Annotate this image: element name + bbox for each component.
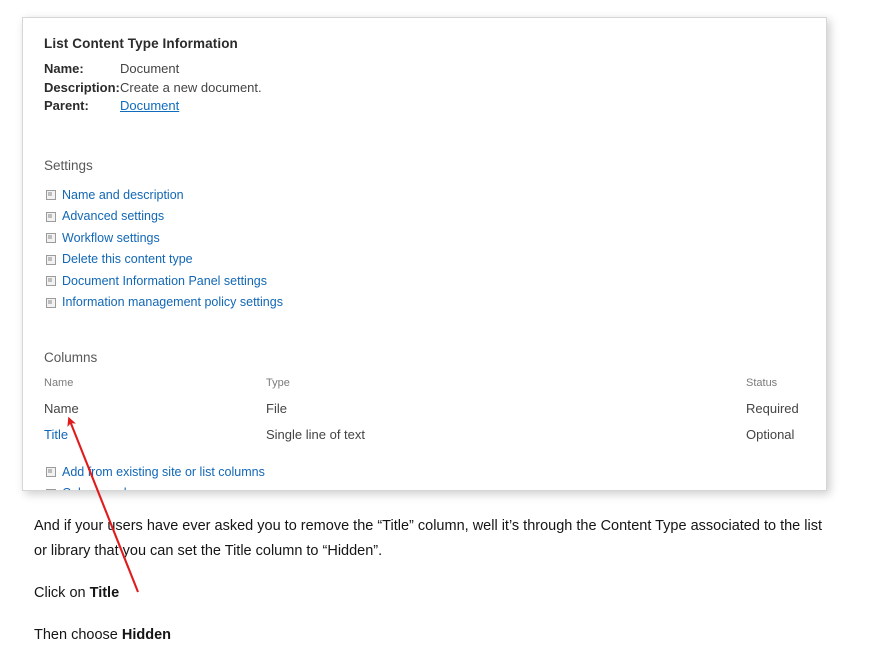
columns-link-list: Add from existing site or list columns C…	[44, 462, 804, 490]
cell-column-type: Single line of text	[266, 426, 366, 442]
columns-link-add-from-existing[interactable]: Add from existing site or list columns	[62, 462, 265, 484]
columns-link-column-order[interactable]: Column order	[62, 483, 138, 490]
small-square-icon	[46, 488, 56, 490]
list-item[interactable]: Advanced settings	[44, 206, 804, 228]
then-choose-target: Hidden	[121, 627, 172, 643]
columns-table: Name Type Status Name File Required Titl…	[44, 377, 804, 450]
info-label-description: Description:	[44, 79, 120, 95]
cell-column-name[interactable]: Title	[44, 424, 266, 450]
paragraph-intro: And if your users have ever asked you to…	[34, 518, 822, 559]
list-item[interactable]: Delete this content type	[44, 249, 804, 271]
settings-link-name-and-description[interactable]: Name and description	[62, 185, 184, 207]
list-item[interactable]: Information management policy settings	[44, 292, 804, 314]
info-value-name: Document	[120, 61, 180, 76]
settings-link-information-management-policy-settings[interactable]: Information management policy settings	[62, 292, 283, 314]
small-square-icon	[46, 211, 56, 222]
page-title: List Content Type Information	[44, 36, 238, 51]
info-row-description: Description: Create a new document.	[44, 79, 804, 98]
settings-link-advanced-settings[interactable]: Advanced settings	[62, 206, 164, 228]
info-value-description: Create a new document.	[120, 79, 262, 95]
panel-content: List Content Type Information Name: Docu…	[23, 18, 826, 490]
column-header-status: Status	[746, 376, 778, 389]
settings-link-document-information-panel-settings[interactable]: Document Information Panel settings	[62, 271, 267, 293]
small-square-icon	[46, 297, 56, 308]
title-column-link[interactable]: Title	[44, 427, 68, 442]
parent-content-type-link[interactable]: Document	[120, 97, 179, 116]
cell-column-status: Optional	[746, 426, 795, 442]
paragraph-click-on-title: Click on Title	[34, 581, 824, 606]
article-body: And if your users have ever asked you to…	[34, 514, 824, 648]
small-square-icon	[46, 276, 56, 287]
list-content-type-information: List Content Type Information Name: Docu…	[44, 36, 804, 116]
screenshot-panel: List Content Type Information Name: Docu…	[22, 17, 827, 491]
table-row: Name File Required	[44, 398, 804, 424]
info-row-name: Name: Document	[44, 60, 804, 79]
columns-heading: Columns	[44, 349, 98, 365]
list-item[interactable]: Add from existing site or list columns	[44, 462, 804, 484]
list-item[interactable]: Column order	[44, 483, 804, 490]
list-item[interactable]: Document Information Panel settings	[44, 271, 804, 293]
small-square-icon	[46, 467, 56, 478]
then-choose-prefix: Then choose	[34, 627, 122, 643]
column-header-type: Type	[266, 376, 290, 389]
click-on-prefix: Click on	[34, 585, 90, 601]
settings-link-delete-this-content-type[interactable]: Delete this content type	[62, 249, 193, 271]
column-header-name: Name	[44, 376, 74, 389]
cell-column-status: Required	[746, 400, 799, 416]
small-square-icon	[46, 254, 56, 265]
settings-heading: Settings	[44, 157, 93, 173]
cell-column-name: Name	[44, 400, 79, 416]
info-row-parent: Parent: Document	[44, 97, 804, 116]
info-label-parent: Parent:	[44, 98, 89, 113]
table-header-row: Name Type Status	[44, 377, 804, 398]
settings-link-list: Name and description Advanced settings W…	[44, 185, 804, 314]
settings-link-workflow-settings[interactable]: Workflow settings	[62, 228, 160, 250]
info-label-name: Name:	[44, 61, 84, 76]
list-item[interactable]: Name and description	[44, 185, 804, 207]
cell-column-type: File	[266, 400, 287, 416]
small-square-icon	[46, 190, 56, 201]
small-square-icon	[46, 233, 56, 244]
click-on-target: Title	[89, 585, 120, 601]
paragraph-then-choose-hidden: Then choose Hidden	[34, 623, 824, 648]
list-item[interactable]: Workflow settings	[44, 228, 804, 250]
table-row: Title Single line of text Optional	[44, 424, 804, 450]
